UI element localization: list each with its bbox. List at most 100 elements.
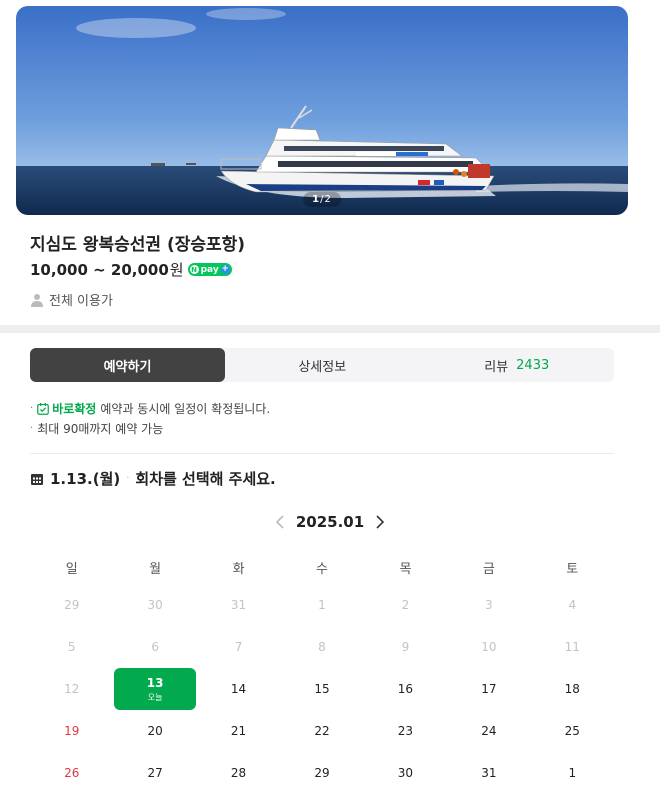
day-number: 9 xyxy=(401,640,410,654)
calendar-day: 29 xyxy=(30,584,113,626)
calendar-day[interactable]: 24 xyxy=(447,710,530,752)
calendar-day: 8 xyxy=(280,626,363,668)
day-number: 22 xyxy=(314,724,330,738)
calendar-day[interactable]: 21 xyxy=(197,710,280,752)
calendar-day: 4 xyxy=(531,584,614,626)
calendar-day[interactable]: 18 xyxy=(531,668,614,710)
calendar-day[interactable]: 29 xyxy=(280,752,363,794)
pager-current: 1 xyxy=(312,194,321,205)
day-number: 23 xyxy=(397,724,414,738)
calendar-day[interactable]: 1 xyxy=(531,752,614,794)
selected-date: 1.13.(월) xyxy=(50,470,121,488)
carousel-pager: 1/2 xyxy=(303,192,341,207)
weekday-fri: 금 xyxy=(482,562,495,577)
price: 10,000 ~ 20,000 xyxy=(30,260,169,279)
day-number: 5 xyxy=(67,640,76,654)
tab-reviews-label: 리뷰 xyxy=(484,359,509,375)
instant-confirm-text: 예약과 동시에 일정이 확정됩니다. xyxy=(100,402,271,416)
day-number: 26 xyxy=(64,766,80,780)
bullet: · xyxy=(30,403,34,414)
instant-confirm-label: 바로확정 xyxy=(52,402,97,416)
calendar-day-selected[interactable]: 13 오늘 xyxy=(114,668,196,710)
calendar-day[interactable]: 20 xyxy=(113,710,196,752)
plus-icon: + xyxy=(220,264,230,274)
day-number: 11 xyxy=(564,640,580,654)
calendar-day[interactable]: 19 xyxy=(30,710,113,752)
calendar-day[interactable]: 27 xyxy=(113,752,196,794)
product-title: 지심도 왕복승선권 (장승포항) xyxy=(30,235,246,255)
product-image-carousel[interactable]: 1/2 xyxy=(16,6,628,215)
audience-label: 전체 이용가 xyxy=(49,294,113,309)
heading-separator: · xyxy=(126,473,130,484)
npay-label: pay xyxy=(200,264,219,275)
day-number: 16 xyxy=(397,682,414,696)
pager-total: 2 xyxy=(324,194,332,205)
weekday-wed: 수 xyxy=(316,562,328,577)
weekday-sun: 일 xyxy=(65,562,78,577)
prev-month-button[interactable] xyxy=(270,512,290,532)
tab-booking-label: 예약하기 xyxy=(103,359,152,375)
chevron-left-icon xyxy=(275,515,284,529)
day-number: 1 xyxy=(318,598,326,612)
day-number: 24 xyxy=(481,724,497,738)
calendar-icon xyxy=(31,473,43,485)
calendar-day: 10 xyxy=(447,626,530,668)
ferry-photo xyxy=(16,6,628,215)
next-month-button[interactable] xyxy=(370,512,390,532)
day-number: 12 xyxy=(64,682,80,696)
calendar-day[interactable]: 30 xyxy=(364,752,447,794)
calendar-day[interactable]: 17 xyxy=(447,668,530,710)
day-number: 20 xyxy=(147,724,163,738)
weekday-thu: 목 xyxy=(399,562,412,577)
weekday-sat: 토 xyxy=(566,562,579,577)
tab-details[interactable]: 상세정보 xyxy=(225,348,420,382)
calendar-day: 7 xyxy=(197,626,280,668)
today-label: 오늘 xyxy=(147,692,163,702)
npay-plus-badge: N pay + xyxy=(187,263,232,276)
calendar-day[interactable]: 14 xyxy=(197,668,280,710)
booking-notes: · 바로확정 예약과 동시에 일정이 확정됩니다. · 최대 90매까지 예약 … xyxy=(30,399,270,439)
day-number: 21 xyxy=(230,724,247,738)
calendar-day: 5 xyxy=(30,626,113,668)
calendar-day[interactable]: 16 xyxy=(364,668,447,710)
price-row: 10,000 ~ 20,000 원 N pay + xyxy=(30,259,232,280)
day-number: 10 xyxy=(481,640,497,654)
day-number: 15 xyxy=(314,682,330,696)
calendar-day: 31 xyxy=(197,584,280,626)
day-number: 29 xyxy=(314,766,330,780)
calendar-day: 6 xyxy=(113,626,196,668)
day-number: 14 xyxy=(230,682,247,696)
calendar-day[interactable]: 25 xyxy=(531,710,614,752)
day-number: 1 xyxy=(568,766,577,780)
tab-booking[interactable]: 예약하기 xyxy=(30,348,225,382)
month-navigation: 2025.01 xyxy=(0,512,660,532)
tab-reviews[interactable]: 리뷰 2433 xyxy=(420,348,615,382)
weekday-header: 일 월 화 수 목 금 토 xyxy=(30,558,614,577)
calendar-day[interactable]: 22 xyxy=(280,710,363,752)
person-icon xyxy=(31,293,43,307)
calendar-day: 3 xyxy=(447,584,530,626)
calendar-day: 1 xyxy=(280,584,363,626)
bullet: · xyxy=(30,423,34,434)
note-instant-confirm: · 바로확정 예약과 동시에 일정이 확정됩니다. xyxy=(30,399,270,419)
max-tickets-text: 최대 90매까지 예약 가능 xyxy=(37,422,164,436)
divider-line xyxy=(30,453,614,454)
day-number: 28 xyxy=(230,766,247,780)
calendar-day[interactable]: 28 xyxy=(197,752,280,794)
chevron-right-icon xyxy=(376,515,385,529)
calendar-day[interactable]: 31 xyxy=(447,752,530,794)
day-number: 31 xyxy=(230,598,247,612)
weekday-mon: 월 xyxy=(149,562,162,577)
day-number: 25 xyxy=(564,724,580,738)
calendar-days-grid: 29 30 31 1 2 3 4 5 6 7 8 9 10 11 12 13 오늘 14 15 16 17 18 19 20 2… xyxy=(30,584,614,794)
tab-bar: 예약하기 상세정보 리뷰 2433 xyxy=(30,348,614,382)
weekday-tue: 화 xyxy=(232,562,245,577)
day-number: 7 xyxy=(234,640,243,654)
tab-details-label: 상세정보 xyxy=(298,359,347,375)
day-number: 31 xyxy=(481,766,497,780)
calendar-day[interactable]: 26 xyxy=(30,752,113,794)
calendar-day[interactable]: 15 xyxy=(280,668,363,710)
calendar-day[interactable]: 23 xyxy=(364,710,447,752)
price-unit: 원 xyxy=(169,261,184,279)
audience-rating: 전체 이용가 xyxy=(30,290,113,309)
